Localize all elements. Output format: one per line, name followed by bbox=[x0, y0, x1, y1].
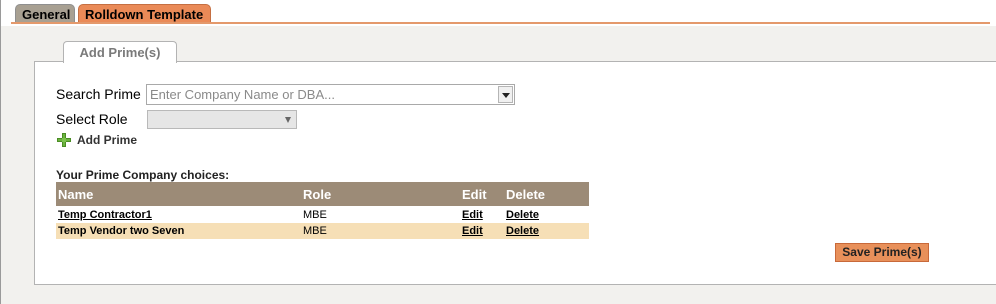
tab-underline bbox=[11, 22, 990, 24]
section-title: Add Prime(s) bbox=[63, 41, 177, 63]
prime-role: MBE bbox=[303, 209, 327, 221]
tab-general[interactable]: General bbox=[15, 4, 75, 24]
select-role-dropdown[interactable] bbox=[147, 110, 297, 129]
tab-bar: General Rolldown Template bbox=[1, 0, 996, 26]
column-header-delete: Delete bbox=[506, 187, 546, 202]
prime-choices-heading: Your Prime Company choices: bbox=[56, 168, 230, 182]
table-header: Name Role Edit Delete bbox=[56, 182, 589, 206]
delete-link[interactable]: Delete bbox=[506, 209, 539, 221]
delete-link[interactable]: Delete bbox=[506, 225, 539, 237]
app-frame: General Rolldown Template Add Prime(s) S… bbox=[0, 0, 996, 304]
table-row: Temp Contractor1 MBE Edit Delete bbox=[56, 207, 589, 223]
search-dropdown-button[interactable] bbox=[498, 86, 513, 103]
save-primes-button[interactable]: Save Prime(s) bbox=[835, 243, 929, 262]
table-row: Temp Vendor two Seven MBE Edit Delete bbox=[56, 223, 589, 239]
plus-icon bbox=[56, 132, 72, 148]
prime-name: Temp Vendor two Seven bbox=[58, 225, 185, 237]
prime-role: MBE bbox=[303, 225, 327, 237]
edit-link[interactable]: Edit bbox=[462, 225, 483, 237]
search-prime-input[interactable] bbox=[147, 85, 497, 104]
edit-link[interactable]: Edit bbox=[462, 209, 483, 221]
tab-rolldown-template[interactable]: Rolldown Template bbox=[78, 4, 211, 24]
search-prime-label: Search Prime bbox=[56, 86, 141, 102]
prime-name-link[interactable]: Temp Contractor1 bbox=[58, 209, 152, 221]
select-role-label: Select Role bbox=[56, 111, 128, 127]
column-header-role: Role bbox=[303, 187, 332, 202]
search-prime-combobox[interactable] bbox=[146, 84, 515, 105]
chevron-down-icon bbox=[502, 93, 510, 98]
add-prime-label: Add Prime bbox=[77, 133, 138, 147]
chevron-down-icon bbox=[285, 117, 291, 123]
column-header-edit: Edit bbox=[462, 187, 487, 202]
column-header-name: Name bbox=[58, 187, 94, 202]
